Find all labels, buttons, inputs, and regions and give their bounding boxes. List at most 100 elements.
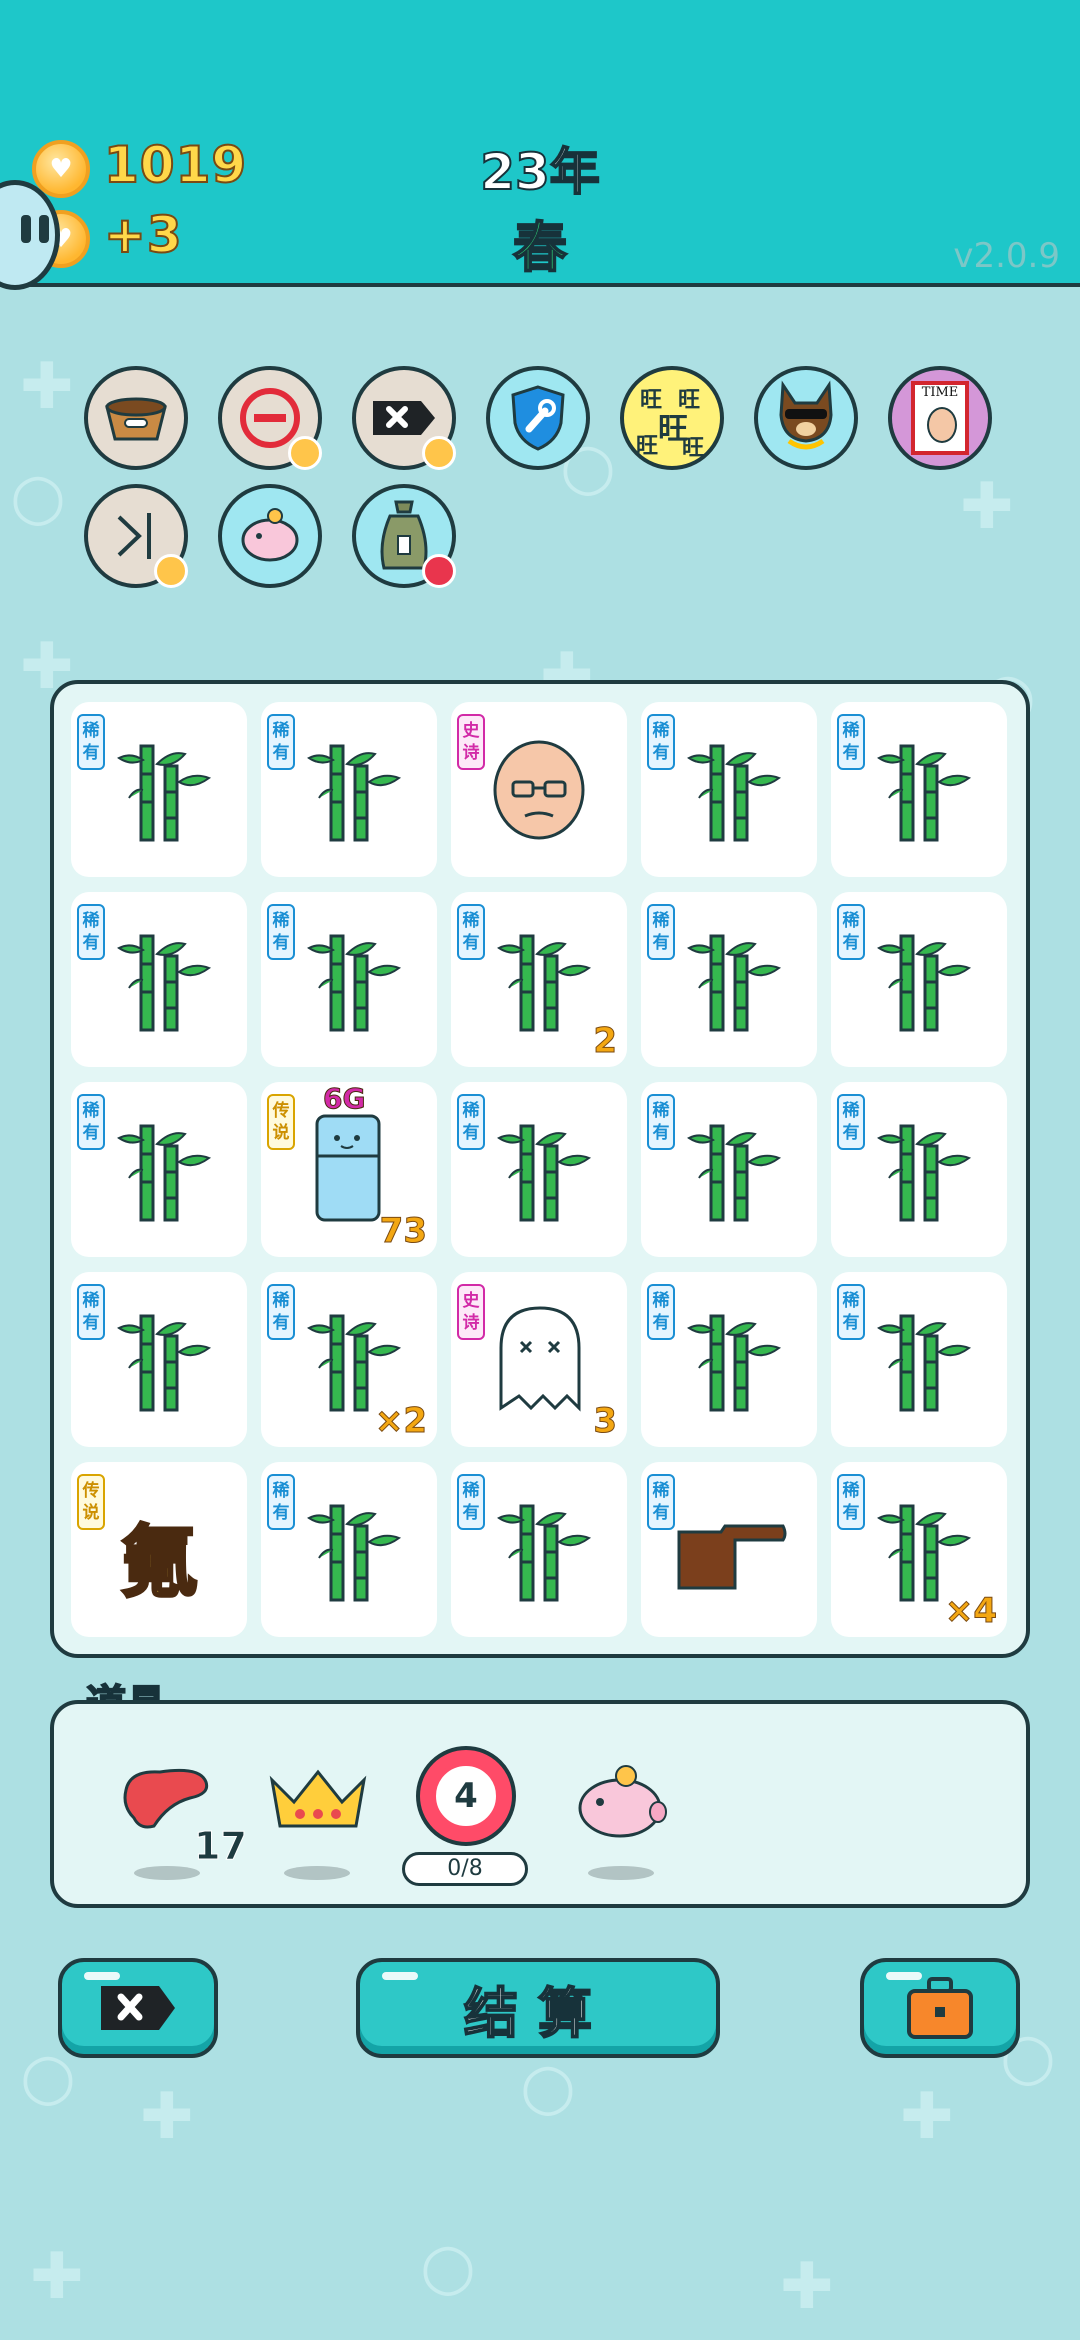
bamboo-icon: [873, 738, 973, 844]
rarity-tag: 稀有: [647, 714, 675, 770]
cell-count: 73: [379, 1211, 427, 1252]
wang-char: 旺: [636, 434, 659, 459]
board-cell[interactable]: 稀有: [641, 1082, 817, 1257]
rarity-tag: 传说: [267, 1094, 295, 1150]
bamboo-icon: [873, 928, 973, 1034]
bamboo-icon: [683, 928, 783, 1034]
crown-icon[interactable]: [266, 1762, 370, 1838]
button-shine: [382, 1972, 418, 1980]
coin-badge-icon: [422, 436, 456, 470]
target-progress: 0/8: [402, 1852, 528, 1886]
board-cell[interactable]: 稀有: [451, 1082, 627, 1257]
board-cell[interactable]: 稀有: [71, 1082, 247, 1257]
bamboo-icon: [303, 738, 403, 844]
minus-circle-icon[interactable]: [218, 366, 322, 470]
settle-button[interactable]: 结算: [356, 1958, 720, 2058]
board-cell[interactable]: 稀有 ×4: [831, 1462, 1007, 1637]
board-cell[interactable]: 稀有 ×2: [261, 1272, 437, 1447]
button-shine: [84, 1972, 120, 1980]
rarity-tag: 稀有: [837, 714, 865, 770]
bamboo-icon: [683, 1308, 783, 1414]
wang-char: 旺: [682, 436, 705, 461]
delete-tag-icon: [101, 1986, 175, 2030]
wrench-shield-icon[interactable]: [486, 366, 590, 470]
rarity-tag: 稀有: [457, 1094, 485, 1150]
cell-count: ×4: [944, 1591, 997, 1632]
version-label: v2.0.9: [953, 236, 1060, 276]
rarity-tag: 史诗: [457, 714, 485, 770]
target-value: 4: [454, 1776, 478, 1816]
board-cell[interactable]: 稀有: [641, 1272, 817, 1447]
season-label: 春: [512, 215, 568, 280]
face-icon: [927, 407, 957, 443]
item-shadow: [134, 1866, 200, 1880]
pet-food-bowl-icon[interactable]: [84, 366, 188, 470]
bamboo-icon: [113, 1308, 213, 1414]
fridge-note: 6G: [322, 1082, 366, 1116]
bamboo-icon: [113, 928, 213, 1034]
ghost-icon: [493, 1302, 587, 1416]
inventory-button[interactable]: [860, 1958, 1020, 2058]
slot-board: 稀有 稀有 史诗 稀有 稀有 稀有 稀有 稀有 2 稀有 稀有 稀有 传说 6G 73 稀有 稀有 稀有 稀有 稀有 ×…: [50, 680, 1030, 1658]
board-cell[interactable]: 稀有: [451, 1462, 627, 1637]
board-cell[interactable]: 史诗 3: [451, 1272, 627, 1447]
cell-count: ×2: [374, 1401, 427, 1442]
rarity-tag: 稀有: [457, 1474, 485, 1530]
piggy-bank-icon[interactable]: [568, 1762, 672, 1850]
krypton-char: 氪: [118, 1517, 199, 1610]
rarity-tag: 稀有: [837, 1474, 865, 1530]
board-cell[interactable]: 传说氪: [71, 1462, 247, 1637]
money-bag-icon[interactable]: [352, 484, 456, 588]
cell-count: 3: [593, 1401, 618, 1442]
rarity-tag: 稀有: [77, 1094, 105, 1150]
rarity-tag: 稀有: [267, 1284, 295, 1340]
board-cell[interactable]: 稀有: [831, 1272, 1007, 1447]
old-man-icon: [487, 738, 591, 846]
minus-badge-icon: [422, 554, 456, 588]
rarity-tag: 稀有: [647, 1474, 675, 1530]
target-badge-icon[interactable]: 4: [416, 1746, 516, 1846]
delete-tag-icon[interactable]: [352, 366, 456, 470]
rarity-tag: 稀有: [837, 904, 865, 960]
board-cell[interactable]: 稀有: [641, 892, 817, 1067]
remove-button[interactable]: [58, 1958, 218, 2058]
board-cell[interactable]: 传说 6G 73: [261, 1082, 437, 1257]
board-cell[interactable]: 稀有: [261, 892, 437, 1067]
bamboo-icon: [493, 1498, 593, 1604]
board-cell[interactable]: 稀有: [641, 1462, 817, 1637]
time-magazine-icon[interactable]: TIME: [888, 366, 992, 470]
wang-wang-icon[interactable]: 旺 旺 旺 旺 旺: [620, 366, 724, 470]
rarity-tag: 稀有: [77, 904, 105, 960]
rarity-tag: 稀有: [77, 1284, 105, 1340]
bamboo-icon: [113, 738, 213, 844]
rarity-tag: 史诗: [457, 1284, 485, 1340]
items-panel: 17 4 0/8: [50, 1700, 1030, 1908]
button-shine: [886, 1972, 922, 1980]
board-cell[interactable]: 稀有: [831, 892, 1007, 1067]
bamboo-icon: [493, 1118, 593, 1224]
board-cell[interactable]: 稀有: [831, 702, 1007, 877]
skip-arrow-icon[interactable]: [84, 484, 188, 588]
bamboo-icon: [873, 1118, 973, 1224]
board-cell[interactable]: 史诗: [451, 702, 627, 877]
board-cell[interactable]: 稀有: [71, 892, 247, 1067]
rarity-tag: 稀有: [647, 1284, 675, 1340]
rarity-tag: 稀有: [267, 714, 295, 770]
board-cell[interactable]: 稀有: [71, 1272, 247, 1447]
bamboo-icon: [683, 738, 783, 844]
board-cell[interactable]: 稀有: [71, 702, 247, 877]
rarity-tag: 稀有: [267, 1474, 295, 1530]
board-cell[interactable]: 稀有: [261, 702, 437, 877]
cool-dog-icon[interactable]: [754, 366, 858, 470]
time-text: TIME: [921, 385, 959, 400]
board-cell[interactable]: 稀有: [641, 702, 817, 877]
cell-count: 2: [593, 1021, 618, 1062]
piggy-bank-icon[interactable]: [218, 484, 322, 588]
board-cell[interactable]: 稀有 2: [451, 892, 627, 1067]
board-cell[interactable]: 稀有: [831, 1082, 1007, 1257]
fridge-icon: [313, 1112, 383, 1228]
bamboo-icon: [493, 928, 593, 1034]
rarity-tag: 稀有: [837, 1094, 865, 1150]
bamboo-icon: [303, 1498, 403, 1604]
board-cell[interactable]: 稀有: [261, 1462, 437, 1637]
